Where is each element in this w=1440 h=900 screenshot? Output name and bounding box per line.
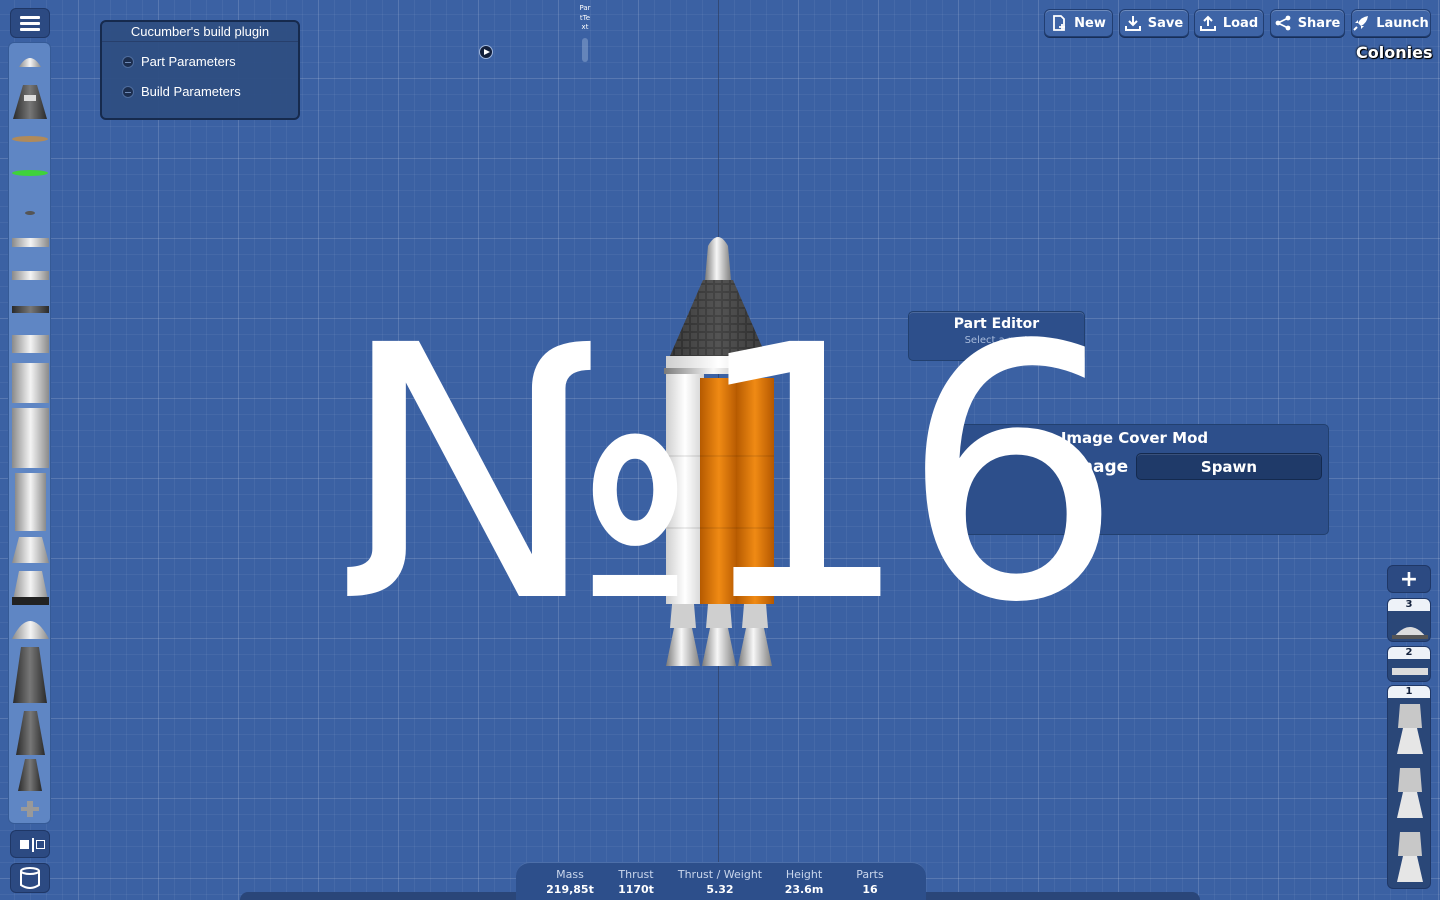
part-parameters-label: Part Parameters xyxy=(141,54,236,69)
save-button-label: Save xyxy=(1147,15,1184,31)
engine-part-icon xyxy=(16,711,45,755)
share-icon xyxy=(1275,15,1291,31)
save-button[interactable]: Save xyxy=(1119,9,1189,37)
stat-mass: Mass 219,85t xyxy=(542,868,598,896)
capsule-part-icon xyxy=(13,85,47,119)
image-cover-mod-title: Image Cover Mod xyxy=(1060,429,1209,447)
build-plugin-panel: Cucumber's build plugin Part Parameters … xyxy=(100,20,300,120)
stage-1[interactable]: 1 xyxy=(1387,685,1431,889)
long-tank-part-icon xyxy=(15,473,46,531)
dome-part-icon xyxy=(12,621,49,639)
stat-parts: Parts 16 xyxy=(848,868,892,896)
side-tank-left xyxy=(700,378,738,604)
stat-thrust: Thrust 1170t xyxy=(612,868,660,896)
heat-shield-part-icon xyxy=(12,136,48,142)
add-stage-button[interactable]: + xyxy=(1387,565,1431,593)
large-engine-part-icon xyxy=(13,647,47,703)
nose-cone-part-icon xyxy=(19,58,41,67)
stage-3[interactable]: 3 xyxy=(1387,598,1431,642)
plus-icon: + xyxy=(1399,566,1419,592)
flip-icon xyxy=(20,840,29,849)
stat-thrust-weight: Thrust / Weight 5.32 xyxy=(674,868,766,896)
thrust-weight-label: Thrust / Weight xyxy=(677,868,763,881)
hamburger-menu-icon xyxy=(20,21,40,25)
engine-cluster xyxy=(666,604,772,666)
toggle-icon xyxy=(122,55,134,68)
decoupler-part-icon xyxy=(12,238,49,247)
launch-button[interactable]: Launch xyxy=(1351,9,1431,37)
parts-label: Parts xyxy=(856,868,884,881)
stage-number: 3 xyxy=(1388,599,1430,611)
core-tank xyxy=(666,374,704,604)
fairing-icon xyxy=(1392,668,1428,675)
flip-button[interactable] xyxy=(10,830,50,858)
new-button-label: New xyxy=(1074,15,1106,31)
plugin-title: Cucumber's build plugin xyxy=(102,24,298,42)
part-text-scrollbar[interactable] xyxy=(582,38,588,62)
stat-height: Height 23.6m xyxy=(778,868,830,896)
download-icon xyxy=(1124,16,1141,31)
part-text-vertical-label: PartText xyxy=(579,4,591,31)
image-label: Image xyxy=(1069,457,1129,477)
build-parameters-label: Build Parameters xyxy=(141,84,241,99)
launch-escape-tower xyxy=(705,237,731,280)
stage-number: 2 xyxy=(1388,647,1430,659)
menu-button[interactable] xyxy=(10,8,50,38)
decoupler-icon xyxy=(1392,627,1428,639)
parts-value: 16 xyxy=(862,883,878,896)
share-button[interactable]: Share xyxy=(1270,9,1345,37)
trash-button[interactable] xyxy=(10,863,50,893)
upload-icon xyxy=(1199,15,1216,31)
adapter-part-icon xyxy=(12,537,49,563)
height-label: Height xyxy=(785,868,823,881)
play-icon[interactable] xyxy=(479,45,493,59)
separator-part-icon xyxy=(12,306,49,313)
part-editor-title: Part Editor xyxy=(953,316,1040,332)
mass-value: 219,85t xyxy=(546,883,594,896)
mass-label: Mass xyxy=(556,868,584,881)
engine-icon xyxy=(1397,704,1423,882)
build-parameters-toggle[interactable]: Build Parameters xyxy=(122,84,241,99)
new-button[interactable]: New xyxy=(1044,9,1113,37)
stats-bar: Mass 219,85t Thrust 1170t Thrust / Weigh… xyxy=(516,862,926,900)
share-button-label: Share xyxy=(1297,15,1341,31)
thrust-weight-value: 5.32 xyxy=(706,883,734,896)
parts-palette[interactable] xyxy=(8,42,51,824)
spawn-button[interactable]: Spawn xyxy=(1136,453,1322,480)
height-value: 23.6m xyxy=(784,883,824,896)
large-tank-part-icon xyxy=(12,408,49,468)
small-engine-part-icon xyxy=(18,759,42,791)
fairing-part-icon xyxy=(12,271,49,280)
parts-palette-icons xyxy=(12,58,49,817)
small-part-icon xyxy=(25,211,35,215)
toggle-icon xyxy=(122,85,134,98)
parachute-part-icon xyxy=(12,170,48,176)
thrust-label: Thrust xyxy=(618,868,654,881)
stage-number: 1 xyxy=(1388,686,1430,698)
image-cover-mod-panel: Image Cover Mod Image Spawn xyxy=(940,424,1329,535)
part-parameters-toggle[interactable]: Part Parameters xyxy=(122,54,236,69)
trash-can-icon xyxy=(20,867,40,889)
medium-tank-part-icon xyxy=(12,363,49,403)
load-button[interactable]: Load xyxy=(1194,9,1264,37)
thrust-value: 1170t xyxy=(618,883,654,896)
rocket-icon xyxy=(1353,16,1369,31)
part-editor-panel[interactable]: Part Editor Select a part xyxy=(908,311,1085,361)
part-editor-subtitle: Select a part xyxy=(964,335,1029,346)
side-tank-right xyxy=(736,378,774,604)
new-file-icon xyxy=(1053,15,1066,31)
launch-button-label: Launch xyxy=(1376,15,1429,31)
small-tank-part-icon xyxy=(12,335,49,353)
stage-2[interactable]: 2 xyxy=(1387,646,1431,682)
strut-part-icon xyxy=(21,801,39,817)
load-button-label: Load xyxy=(1222,15,1259,31)
colonies-link[interactable]: Colonies xyxy=(1356,43,1432,62)
rocket-assembly[interactable] xyxy=(658,228,780,670)
